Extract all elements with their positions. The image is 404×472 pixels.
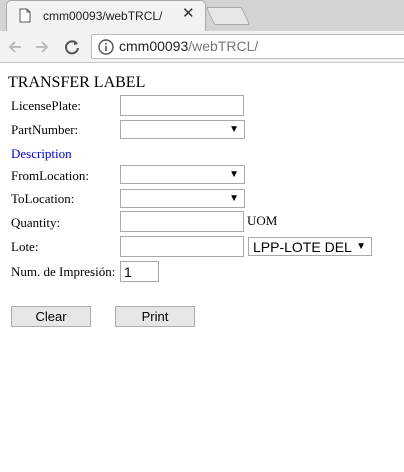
from-location-select[interactable]: ▼	[120, 165, 245, 184]
print-button[interactable]: Print	[115, 306, 195, 327]
description-text: Description	[11, 146, 72, 161]
lote-label: Lote:	[11, 239, 39, 254]
page-content: TRANSFER LABEL LicensePlate: PartNumber:…	[0, 64, 404, 472]
part-number-label: PartNumber:	[11, 122, 79, 137]
back-arrow-icon[interactable]	[4, 36, 26, 58]
print-count-input[interactable]	[120, 261, 159, 282]
tab-title: cmm00093/webTRCL/	[43, 9, 163, 23]
url-host: cmm00093	[119, 38, 189, 54]
lote-input[interactable]	[120, 236, 244, 257]
page-title: TRANSFER LABEL	[8, 74, 146, 91]
quantity-label: Quantity:	[11, 215, 61, 230]
address-bar[interactable]: cmm00093/webTRCL/	[91, 34, 404, 59]
clear-button[interactable]: Clear	[11, 306, 91, 327]
info-icon[interactable]	[98, 39, 114, 55]
reload-icon[interactable]	[61, 36, 83, 58]
to-location-select[interactable]: ▼	[120, 189, 245, 208]
url-text: cmm00093/webTRCL/	[119, 38, 258, 54]
print-count-label: Num. de Impresión:	[11, 264, 116, 279]
browser-tab[interactable]: cmm00093/webTRCL/ ✕	[6, 0, 206, 31]
chevron-down-icon: ▼	[356, 241, 366, 252]
quantity-input[interactable]	[120, 211, 244, 232]
new-tab-button[interactable]	[205, 7, 251, 25]
close-icon[interactable]: ✕	[182, 6, 195, 22]
browser-toolbar: cmm00093/webTRCL/	[0, 31, 404, 63]
from-location-label: FromLocation:	[11, 168, 89, 183]
lote-type-value: LPP-LOTE DEL PROVEEDOR	[253, 239, 353, 255]
chevron-down-icon: ▼	[229, 193, 239, 204]
to-location-label: ToLocation:	[11, 191, 75, 206]
page-icon	[19, 8, 31, 23]
chevron-down-icon: ▼	[229, 124, 239, 135]
uom-label: UOM	[247, 213, 278, 228]
url-path: /webTRCL/	[188, 38, 259, 54]
lote-type-select[interactable]: LPP-LOTE DEL PROVEEDOR ▼	[248, 237, 372, 256]
chevron-down-icon: ▼	[229, 169, 239, 180]
license-plate-input[interactable]	[120, 95, 244, 116]
forward-arrow-icon[interactable]	[31, 36, 53, 58]
tab-strip: cmm00093/webTRCL/ ✕	[0, 0, 404, 31]
license-plate-label: LicensePlate:	[11, 98, 82, 113]
part-number-select[interactable]: ▼	[120, 120, 245, 139]
